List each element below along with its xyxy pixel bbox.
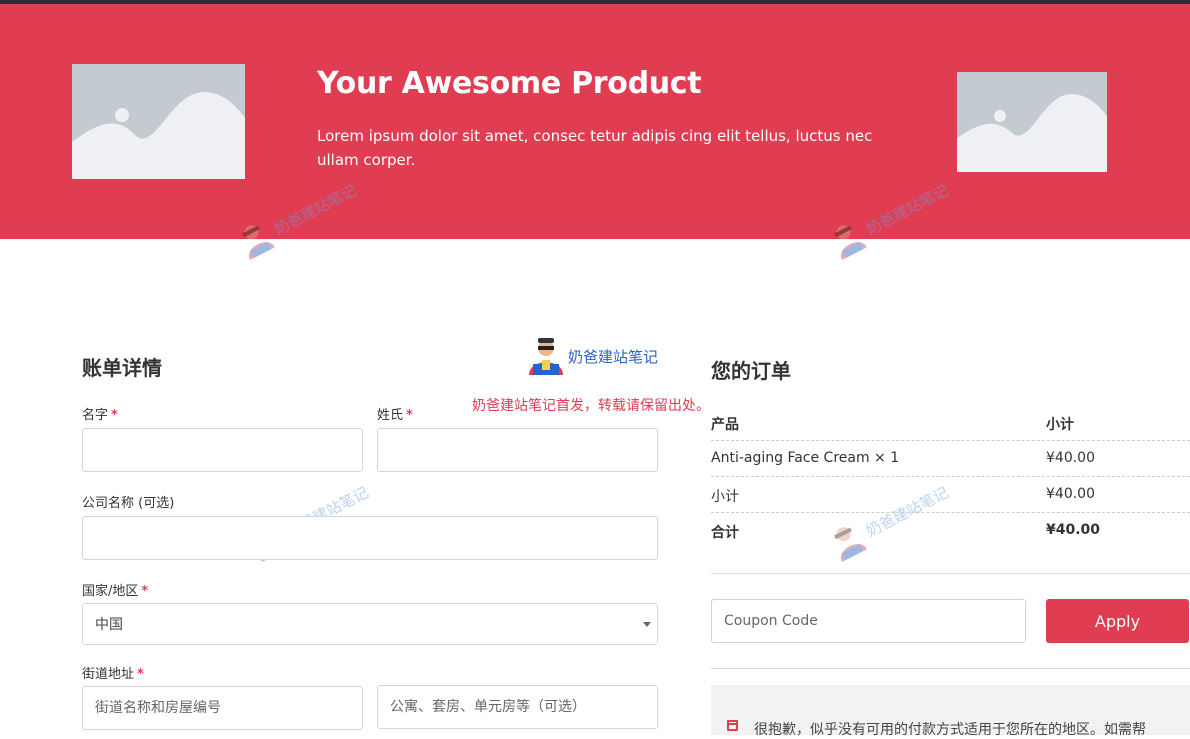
hero-description: Lorem ipsum dolor sit amet, consec tetur…	[317, 127, 873, 169]
payment-methods-box: 很抱歉，似乎没有可用的付款方式适用于您所在的地区。如需帮	[711, 685, 1190, 738]
payment-notice-text: 很抱歉，似乎没有可用的付款方式适用于您所在的地区。如需帮	[754, 722, 1146, 738]
order-table-header: 产品 小计	[711, 404, 1190, 441]
image-placeholder-icon	[957, 72, 1107, 172]
first-name-label-text: 名字	[82, 408, 109, 423]
apply-coupon-button[interactable]: Apply	[1046, 599, 1189, 643]
company-label: 公司名称 (可选)	[82, 496, 175, 511]
watermark-badge-text: 奶爸建站笔记	[568, 347, 659, 366]
country-select[interactable]: 中国	[82, 603, 658, 645]
first-name-label: 名字 *	[82, 404, 118, 423]
country-select-value: 中国	[95, 617, 123, 633]
order-title: 您的订单	[711, 359, 791, 383]
table-row: 小计 ¥40.00	[711, 476, 1190, 513]
table-row: 合计 ¥40.00	[711, 512, 1190, 548]
country-label-text: 国家/地区	[82, 584, 139, 599]
watermark-avatar-icon	[529, 338, 563, 375]
last-name-label: 姓氏 *	[377, 404, 413, 423]
payment-notice-icon	[727, 720, 738, 731]
total-value: ¥40.00	[1046, 522, 1101, 538]
subtotal-label: 小计	[711, 489, 739, 505]
column-subtotal: 小计	[1046, 417, 1074, 433]
company-field[interactable]	[82, 516, 658, 560]
required-mark: *	[111, 408, 118, 423]
image-placeholder-icon	[72, 64, 245, 179]
required-mark: *	[141, 584, 149, 599]
product-price: ¥40.00	[1046, 450, 1095, 466]
first-name-field[interactable]	[82, 428, 363, 472]
copyright-notice: 奶爸建站笔记首发，转载请保留出处。	[472, 398, 710, 414]
watermark-badge: 奶爸建站笔记	[526, 336, 658, 376]
divider	[711, 668, 1190, 669]
street-address-field[interactable]	[82, 686, 363, 730]
total-label: 合计	[711, 525, 739, 541]
required-mark: *	[406, 408, 413, 423]
coupon-code-input[interactable]	[711, 599, 1026, 643]
product-name: Anti-aging Face Cream × 1	[711, 450, 900, 466]
street-label-text: 街道地址	[82, 667, 135, 682]
billing-title: 账单详情	[82, 356, 162, 380]
table-row: Anti-aging Face Cream × 1 ¥40.00	[711, 440, 1190, 477]
last-name-label-text: 姓氏	[377, 408, 404, 423]
select-caret-icon	[643, 622, 651, 627]
street-address-2-field[interactable]	[377, 685, 658, 729]
hero-title: Your Awesome Product	[317, 66, 702, 101]
subtotal-value: ¥40.00	[1046, 486, 1095, 502]
last-name-field[interactable]	[377, 428, 658, 472]
divider	[711, 573, 1190, 574]
country-label: 国家/地区 *	[82, 580, 148, 599]
required-mark: *	[137, 667, 144, 682]
street-label: 街道地址 *	[82, 663, 144, 682]
column-product: 产品	[711, 417, 739, 433]
